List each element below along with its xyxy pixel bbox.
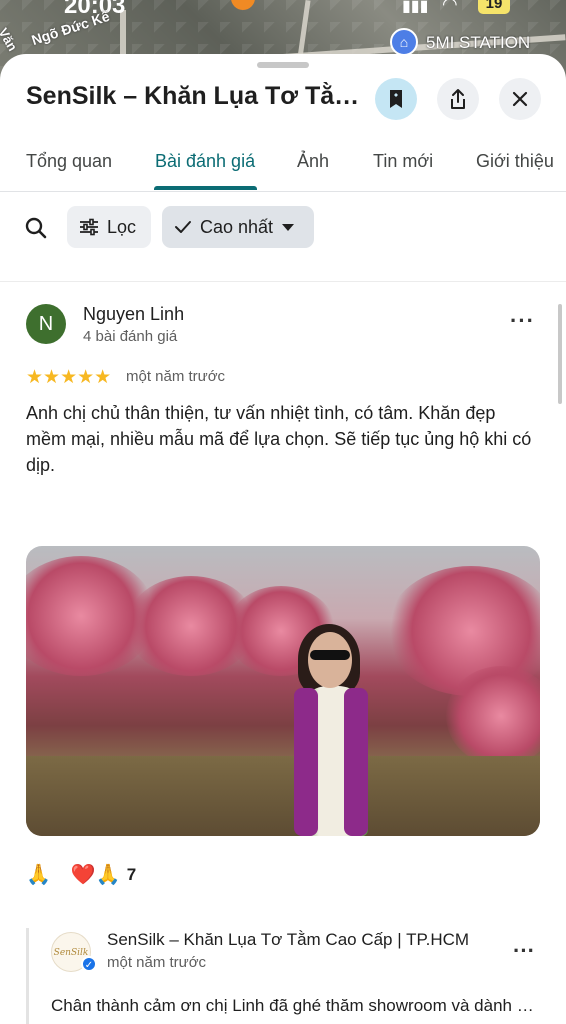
dropdown-arrow-icon xyxy=(282,224,295,231)
reaction-count: 7 xyxy=(126,864,137,884)
owner-name: SenSilk – Khăn Lụa Tơ Tằm Cao Cấp | TP.H… xyxy=(107,930,470,949)
bookmark-icon xyxy=(390,90,402,108)
tab-photos[interactable]: Ảnh xyxy=(297,151,329,172)
tab-overview[interactable]: Tổng quan xyxy=(26,151,112,172)
review-text: Anh chị chủ thân thiện, tư vấn nhiệt tìn… xyxy=(26,403,532,475)
place-title: SenSilk – Khăn Lụa Tơ Tằm Cao Cấp | TP.H… xyxy=(26,82,366,110)
reviewer-avatar[interactable]: N xyxy=(26,304,66,344)
review-reactions: 🙏 ❤️🙏 7 xyxy=(26,862,136,887)
owner-reply-more-options-button[interactable]: ··· xyxy=(513,940,535,962)
review-date: một năm trước xyxy=(126,368,226,385)
wifi-icon: ◠ xyxy=(442,0,458,14)
cellular-signal-icon: ▮▮▮ xyxy=(402,0,429,15)
sheet-drag-handle[interactable] xyxy=(257,62,309,68)
review-filter-bar: Lọc Cao nhất xyxy=(0,200,566,282)
sort-dropdown[interactable]: Cao nhất xyxy=(162,206,314,248)
sort-dropdown-label: Cao nhất xyxy=(200,216,274,237)
reviewer-review-count: 4 bài đánh giá xyxy=(83,328,178,345)
photo-person-scarf xyxy=(294,688,318,836)
share-button[interactable] xyxy=(437,78,479,120)
review-photo[interactable] xyxy=(26,546,540,836)
filter-chip-label: Lọc xyxy=(107,216,137,237)
map-road-label: Văn xyxy=(0,25,21,54)
tab-updates[interactable]: Tin mới xyxy=(373,151,433,172)
checkmark-icon xyxy=(175,221,191,233)
battery-indicator: 19 xyxy=(478,0,510,14)
place-details-sheet: SenSilk – Khăn Lụa Tơ Tằm Cao Cấp | TP.H… xyxy=(0,54,566,1024)
photo-person-sunglasses xyxy=(310,650,350,660)
tab-reviews[interactable]: Bài đánh giá xyxy=(155,151,255,172)
search-icon xyxy=(25,217,47,239)
filter-sliders-icon xyxy=(80,218,98,236)
photo-ground xyxy=(26,756,540,836)
tab-bar: Tổng quan Bài đánh giá Ảnh Tin mới Giới … xyxy=(0,140,566,192)
close-icon xyxy=(512,91,528,107)
filter-chip[interactable]: Lọc xyxy=(67,206,151,248)
photo-person-face xyxy=(308,632,352,688)
reaction-summary[interactable]: ❤️🙏 xyxy=(71,862,121,887)
owner-reply: SenSilk ✓ SenSilk – Khăn Lụa Tơ Tằm Cao … xyxy=(26,928,540,1024)
map-pin-icon[interactable] xyxy=(231,0,255,10)
transit-station-icon[interactable]: ⌂ xyxy=(390,28,418,56)
search-reviews-button[interactable] xyxy=(20,212,52,244)
thanks-reaction-button[interactable]: 🙏 xyxy=(26,862,51,887)
share-icon xyxy=(451,89,465,109)
star-rating: ★★★★★ xyxy=(26,367,112,388)
reviewer-name[interactable]: Nguyen Linh xyxy=(83,304,184,325)
scrollbar[interactable] xyxy=(558,304,562,404)
owner-reply-text[interactable]: Chân thành cảm ơn chị Linh đã ghé thăm s… xyxy=(51,996,537,1016)
tab-about[interactable]: Giới thiệu xyxy=(476,151,554,172)
photo-person-scarf xyxy=(344,688,368,836)
owner-reply-date: một năm trước xyxy=(107,954,207,971)
photo-blossom xyxy=(446,666,540,766)
verified-badge-icon: ✓ xyxy=(81,956,97,972)
save-button[interactable] xyxy=(375,78,417,120)
map-station-label[interactable]: 5MI STATION xyxy=(426,33,530,53)
active-tab-indicator xyxy=(154,186,257,190)
close-button[interactable] xyxy=(499,78,541,120)
review-more-options-button[interactable]: ··· xyxy=(510,310,535,332)
